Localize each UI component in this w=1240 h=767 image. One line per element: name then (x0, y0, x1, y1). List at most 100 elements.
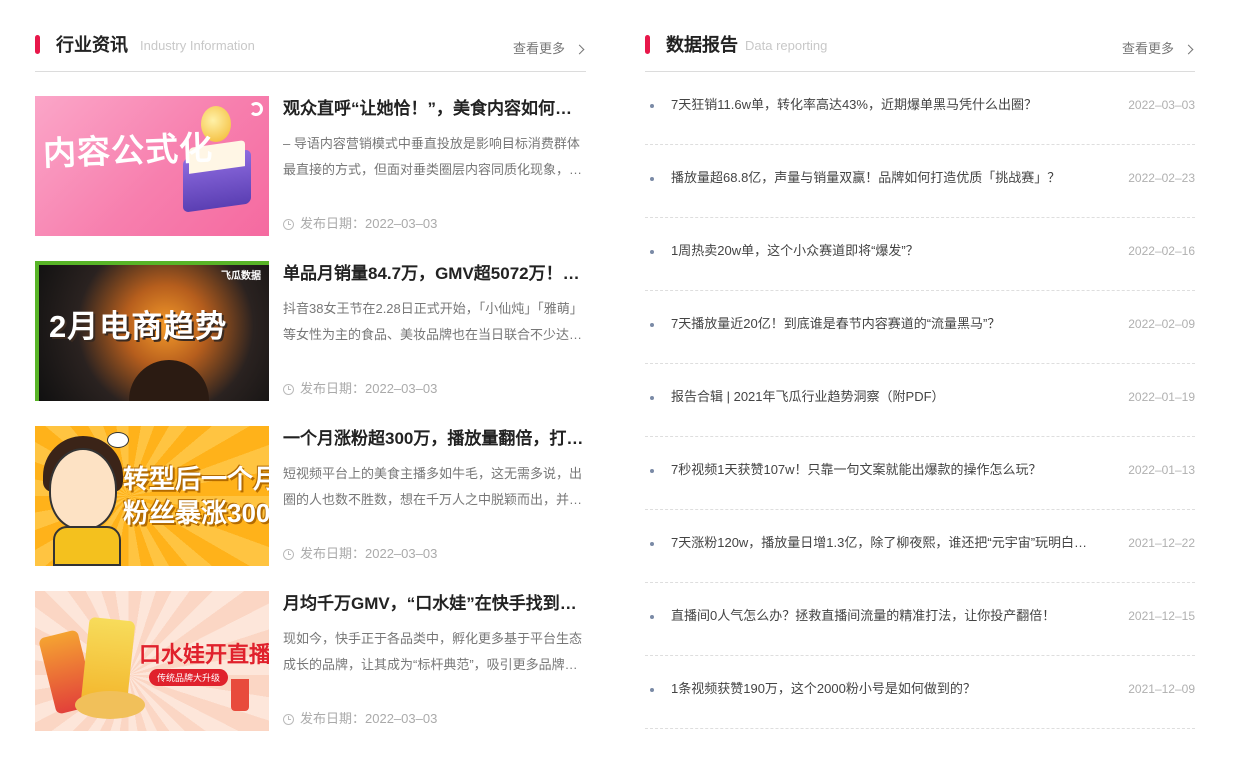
news-body: 单品月销量84.7万，GMV超5072万！3月电商趋势 抖音38女王节在2.28… (283, 261, 586, 348)
cartoon-shirt (53, 526, 121, 566)
report-item[interactable]: 播放量超68.8亿，声量与销量双赢！品牌如何打造优质「挑战赛」？ 2022–02… (645, 145, 1195, 218)
bullet-dot-icon (650, 104, 654, 108)
reports-section: 数据报告 Data reporting 查看更多 7天狂销11.6w单，转化率高… (645, 0, 1195, 729)
news-body: 观众直呼“让她恰！”，美食内容如何在抖音突围？ – 导语内容营销模式中垂直投放是… (283, 96, 586, 183)
report-list: 7天狂销11.6w单，转化率高达43%，近期爆单黑马凭什么出圈？ 2022–03… (645, 72, 1195, 729)
thumbnail-text-line-1: 转型后一个月 (123, 464, 269, 494)
news-thumbnail[interactable]: 内容公式化 (35, 96, 269, 236)
news-title[interactable]: 月均千万GMV，“口水娃”在快手找到了新增长 (283, 592, 586, 616)
report-title[interactable]: 7天涨粉120w，播放量日增1.3亿，除了柳夜熙，谁还把“元宇宙”玩明白了？ (671, 534, 1097, 552)
news-date-text: 发布日期：2022–03–03 (300, 546, 438, 561)
report-title[interactable]: 7秒视频1天获赞107w！只靠一句文案就能出爆款的操作怎么玩？ (671, 461, 1097, 479)
report-date: 2022–01–13 (1128, 463, 1195, 477)
news-description: 现如今，快手正于各品类中，孵化更多基于平台生态成长的品牌，让其成为“标杆典范”，… (283, 631, 583, 672)
news-description: – 导语内容营销模式中垂直投放是影响目标消费群体最直接的方式，但面对垂类圈层内容… (283, 136, 583, 177)
thumbnail-text-line-2: 粉丝暴涨300万 (123, 498, 269, 528)
thumbnail-pill: 传统品牌大升级 (149, 669, 229, 686)
news-title[interactable]: 单品月销量84.7万，GMV超5072万！3月电商趋势 (283, 262, 586, 286)
bullet-dot-icon (650, 469, 654, 473)
report-item[interactable]: 7秒视频1天获赞107w！只靠一句文案就能出爆款的操作怎么玩？ 2022–01–… (645, 437, 1195, 510)
report-date: 2022–02–09 (1128, 317, 1195, 331)
bullet-dot-icon (650, 250, 654, 254)
view-more-label: 查看更多 (1121, 41, 1174, 56)
news-title[interactable]: 观众直呼“让她恰！”，美食内容如何在抖音突围？ (283, 97, 586, 121)
section-accent-bar (645, 35, 650, 54)
news-title[interactable]: 一个月涨粉超300万，播放量翻倍，打破了什么？ (283, 427, 586, 451)
section-accent-bar (35, 35, 40, 54)
thumbnail-text: 口水娃开直播 (139, 642, 269, 667)
chevron-right-icon (1183, 44, 1194, 54)
section-title: 行业资讯 (56, 35, 128, 55)
news-item[interactable]: 转型后一个月粉丝暴涨300万 一个月涨粉超300万，播放量翻倍，打破了什么？ 短… (35, 426, 586, 566)
chevron-right-icon (574, 44, 585, 54)
report-title[interactable]: 播放量超68.8亿，声量与销量双赢！品牌如何打造优质「挑战赛」？ (671, 169, 1097, 187)
reports-header: 数据报告 Data reporting 查看更多 (645, 0, 1195, 72)
section-subtitle: Industry Information (140, 38, 255, 53)
report-date: 2021–12–22 (1128, 536, 1195, 550)
news-thumbnail[interactable]: 飞瓜数据 2月电商趋势 (35, 261, 269, 401)
report-item[interactable]: 1周热卖20w单，这个小众赛道即将“爆发”？ 2022–02–16 (645, 218, 1195, 291)
news-date: 发布日期：2022–03–03 (283, 215, 437, 233)
report-title[interactable]: 7天狂销11.6w单，转化率高达43%，近期爆单黑马凭什么出圈？ (671, 96, 1097, 114)
drink-cup-icon (231, 679, 249, 711)
news-item[interactable]: 飞瓜数据 2月电商趋势 单品月销量84.7万，GMV超5072万！3月电商趋势 … (35, 261, 586, 401)
section-title: 数据报告 (666, 35, 738, 55)
clock-icon (283, 218, 294, 230)
news-date: 发布日期：2022–03–03 (283, 545, 437, 563)
thumbnail-text: 内容公式化 (42, 129, 214, 172)
cartoon-face (49, 448, 117, 530)
news-date-text: 发布日期：2022–03–03 (300, 381, 438, 396)
news-thumbnail[interactable]: 转型后一个月粉丝暴涨300万 (35, 426, 269, 566)
bullet-dot-icon (650, 542, 654, 546)
bullet-dot-icon (650, 177, 654, 181)
report-title[interactable]: 1条视频获赞190万，这个2000粉小号是如何做到的？ (671, 680, 1097, 698)
report-date: 2022–03–03 (1128, 98, 1195, 112)
news-date-text: 发布日期：2022–03–03 (300, 711, 438, 726)
news-body: 月均千万GMV，“口水娃”在快手找到了新增长 现如今，快手正于各品类中，孵化更多… (283, 591, 586, 678)
report-date: 2021–12–09 (1128, 682, 1195, 696)
report-title[interactable]: 7天播放量近20亿！到底谁是春节内容赛道的“流量黑马”？ (671, 315, 1097, 333)
report-title[interactable]: 1周热卖20w单，这个小众赛道即将“爆发”？ (671, 242, 1097, 260)
news-thumbnail[interactable]: 口水娃开直播 传统品牌大升级 (35, 591, 269, 731)
section-subtitle: Data reporting (745, 38, 828, 53)
clock-icon (283, 548, 294, 560)
news-date: 发布日期：2022–03–03 (283, 380, 437, 398)
report-item[interactable]: 7天狂销11.6w单，转化率高达43%，近期爆单黑马凭什么出圈？ 2022–03… (645, 72, 1195, 145)
report-title[interactable]: 直播间0人气怎么办？拯救直播间流量的精准打法，让你投产翻倍！ (671, 607, 1097, 625)
bullet-dot-icon (650, 396, 654, 400)
news-item[interactable]: 内容公式化 观众直呼“让她恰！”，美食内容如何在抖音突围？ – 导语内容营销模式… (35, 96, 586, 236)
news-description: 短视频平台上的美食主播多如牛毛，这无需多说，出圈的人也数不胜数，想在千万人之中脱… (283, 466, 583, 507)
report-item[interactable]: 7天涨粉120w，播放量日增1.3亿，除了柳夜熙，谁还把“元宇宙”玩明白了？ 2… (645, 510, 1195, 583)
bullet-dot-icon (650, 615, 654, 619)
bullet-dot-icon (650, 688, 654, 692)
bullet-dot-icon (650, 323, 654, 327)
industry-header: 行业资讯 Industry Information 查看更多 (35, 0, 586, 72)
report-item[interactable]: 7天播放量近20亿！到底谁是春节内容赛道的“流量黑马”？ 2022–02–09 (645, 291, 1195, 364)
thumbnail-text: 转型后一个月粉丝暴涨300万 (123, 462, 269, 530)
ring-icon (249, 102, 263, 116)
news-body: 一个月涨粉超300万，播放量翻倍，打破了什么？ 短视频平台上的美食主播多如牛毛，… (283, 426, 586, 513)
news-item[interactable]: 口水娃开直播 传统品牌大升级 月均千万GMV，“口水娃”在快手找到了新增长 现如… (35, 591, 586, 731)
view-more-link[interactable]: 查看更多 (513, 40, 586, 58)
report-date: 2022–02–23 (1128, 171, 1195, 185)
report-item[interactable]: 直播间0人气怎么办？拯救直播间流量的精准打法，让你投产翻倍！ 2021–12–1… (645, 583, 1195, 656)
hand-icon (129, 360, 209, 401)
view-more-link[interactable]: 查看更多 (1122, 40, 1195, 58)
report-title[interactable]: 报告合辑 | 2021年飞瓜行业趋势洞察（附PDF） (671, 388, 1097, 406)
thumbnail-text: 2月电商趋势 (49, 309, 228, 344)
clock-icon (283, 713, 294, 725)
industry-section: 行业资讯 Industry Information 查看更多 内容公式化 观众直… (35, 0, 586, 731)
chips-icon (75, 691, 145, 719)
report-date: 2021–12–15 (1128, 609, 1195, 623)
news-description: 抖音38女王节在2.28日正式开始，「小仙炖」「雅萌」等女性为主的食品、美妆品牌… (283, 301, 583, 342)
news-list: 内容公式化 观众直呼“让她恰！”，美食内容如何在抖音突围？ – 导语内容营销模式… (35, 96, 586, 756)
thumbnail-tag: 飞瓜数据 (221, 271, 261, 282)
report-item[interactable]: 报告合辑 | 2021年飞瓜行业趋势洞察（附PDF） 2022–01–19 (645, 364, 1195, 437)
clock-icon (283, 383, 294, 395)
speech-bubble-icon (107, 432, 129, 448)
report-date: 2022–02–16 (1128, 244, 1195, 258)
news-date: 发布日期：2022–03–03 (283, 710, 437, 728)
news-date-text: 发布日期：2022–03–03 (300, 216, 438, 231)
report-date: 2022–01–19 (1128, 390, 1195, 404)
report-item[interactable]: 1条视频获赞190万，这个2000粉小号是如何做到的？ 2021–12–09 (645, 656, 1195, 729)
